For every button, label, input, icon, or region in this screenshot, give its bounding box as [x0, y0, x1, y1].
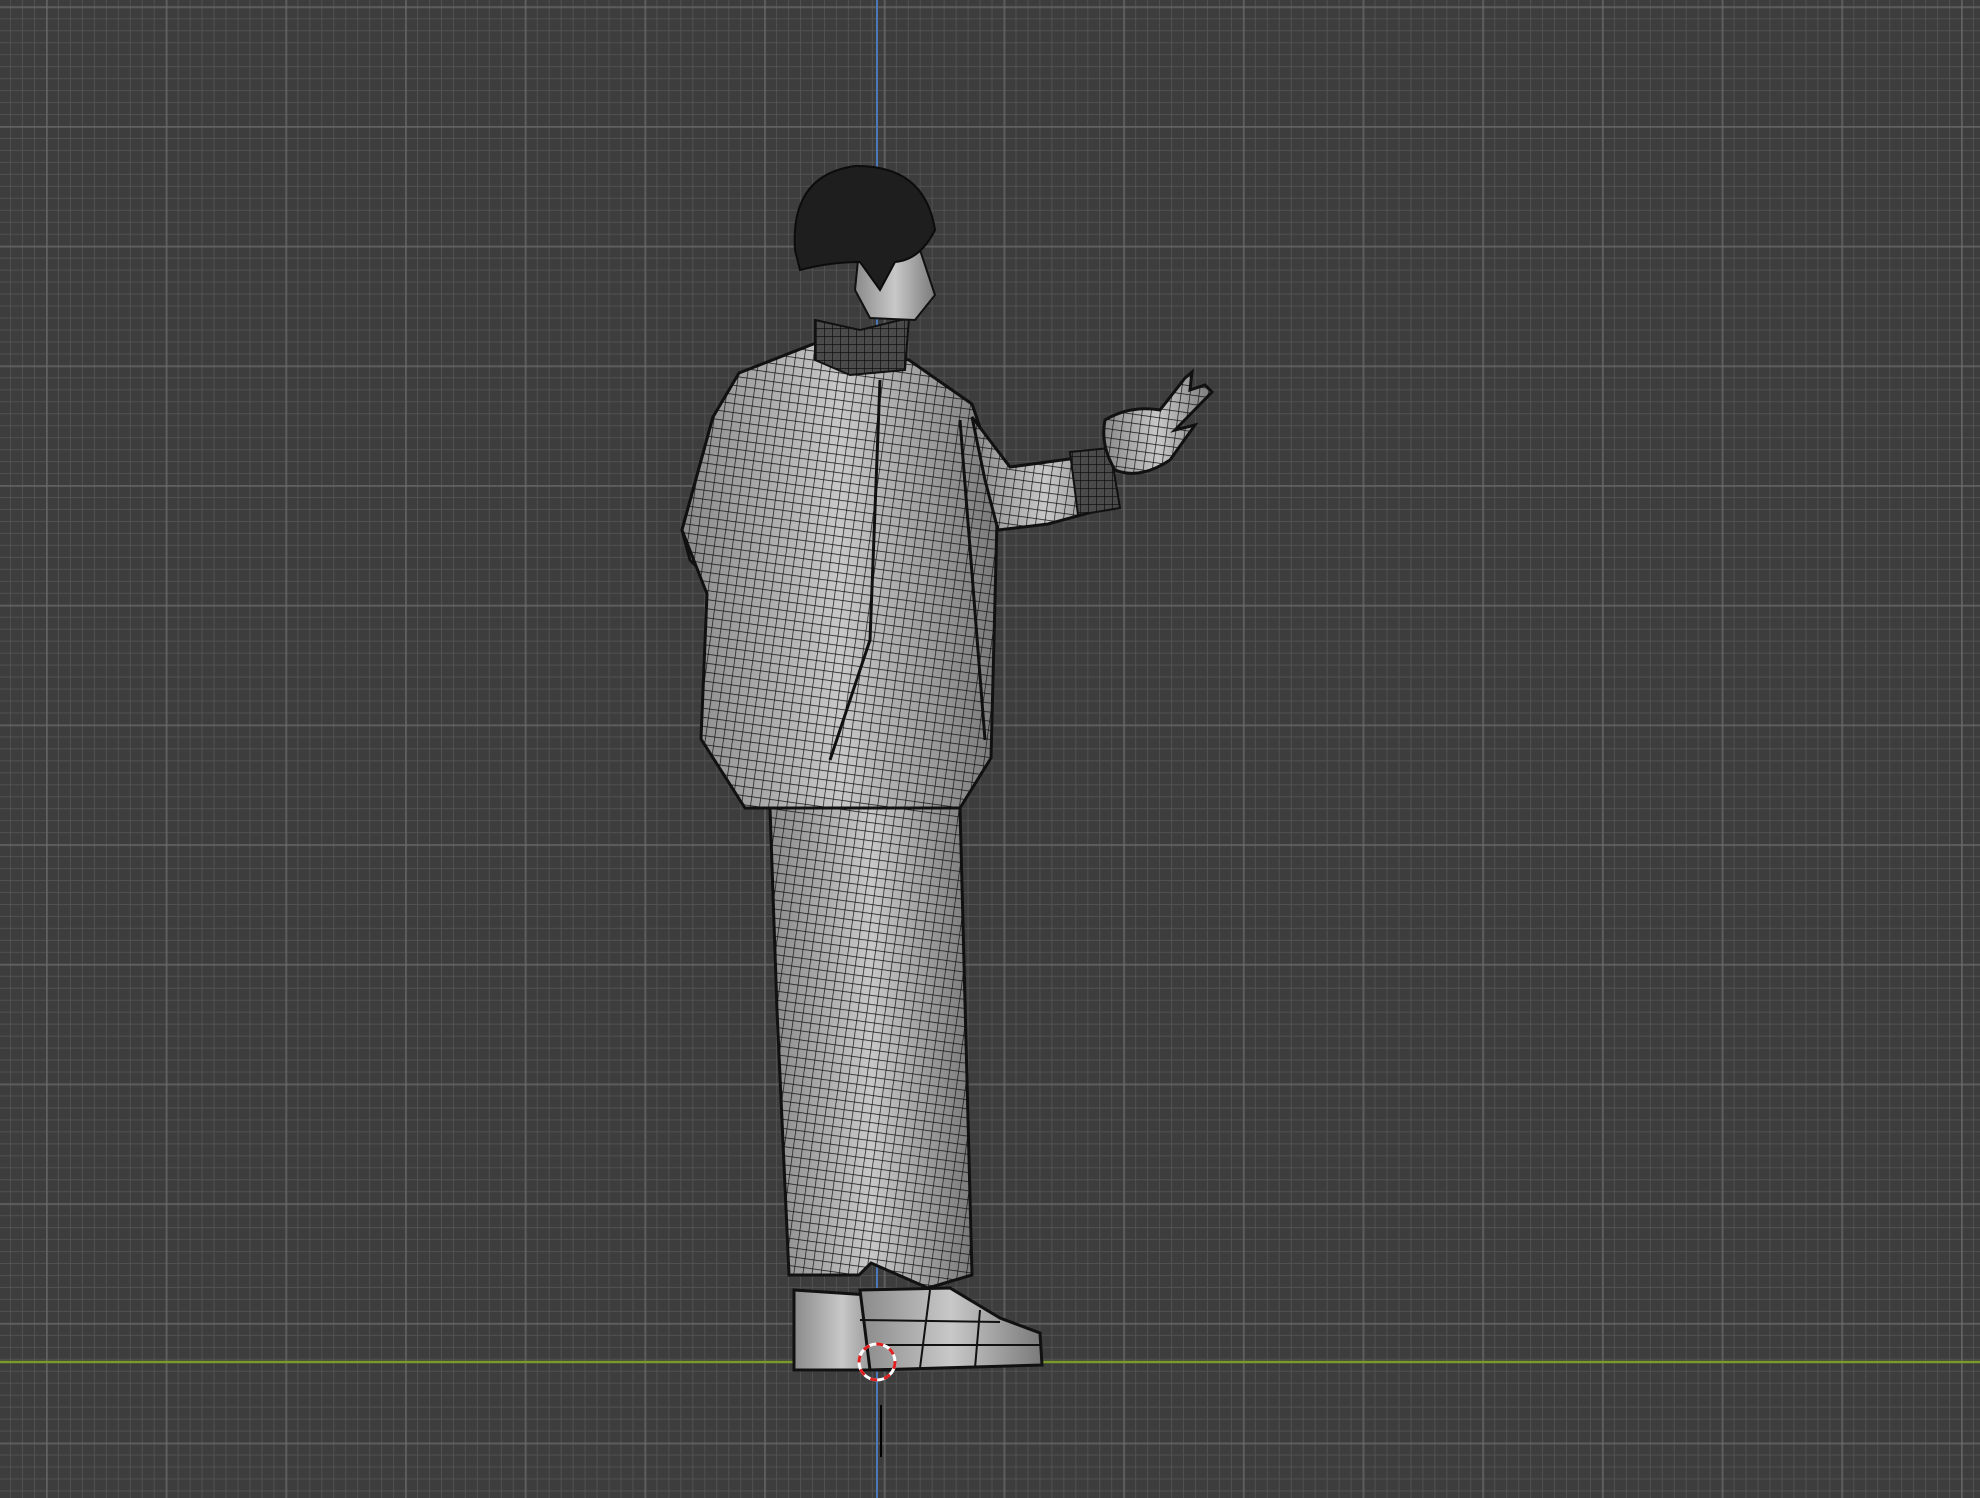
mesh-shoes [792, 1286, 1044, 1372]
mesh-jacket [680, 339, 1000, 810]
mesh-collar [814, 316, 911, 377]
mesh-arm-front [970, 416, 1122, 532]
character-mesh[interactable] [680, 164, 1215, 1372]
mesh-hand [1102, 368, 1215, 475]
3d-viewport[interactable] [0, 0, 1980, 1498]
mesh-pants [768, 806, 974, 1290]
viewport-scene [0, 0, 1980, 1498]
